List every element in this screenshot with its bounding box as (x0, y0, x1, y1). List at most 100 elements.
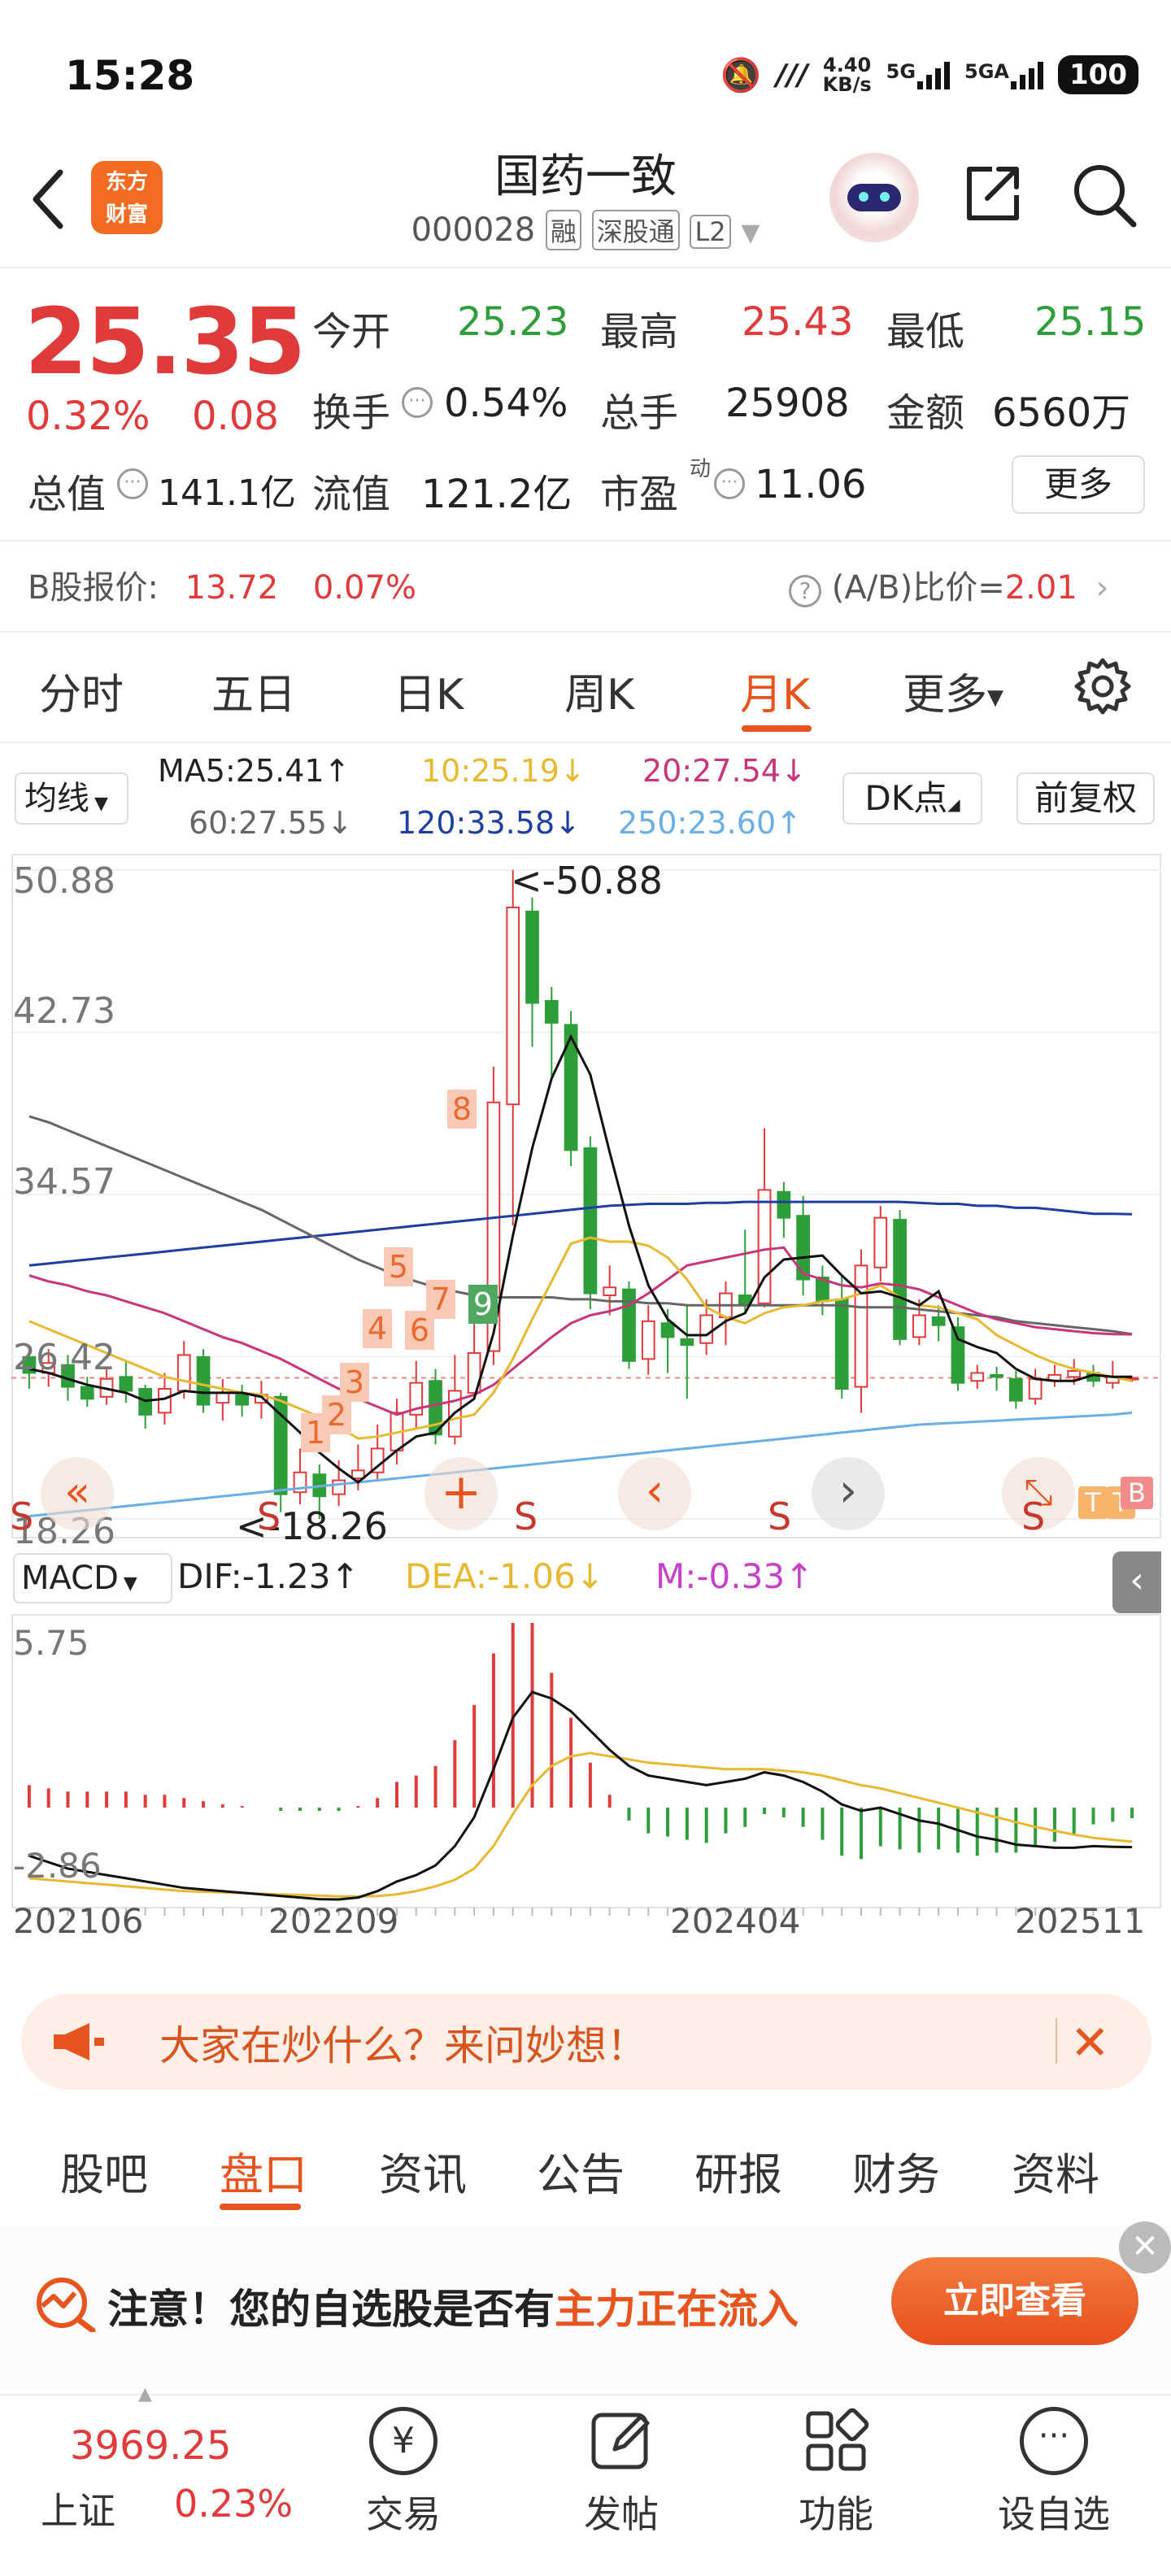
tab-forum[interactable]: 股吧 (60, 2139, 148, 2203)
tab-more[interactable]: 更多▼ (903, 660, 1003, 721)
crosshair-plus-icon[interactable]: + (424, 1457, 498, 1530)
chevron-right-icon: › (1095, 569, 1109, 607)
tab-news[interactable]: 资讯 (379, 2139, 467, 2203)
chevron-left-icon[interactable]: ‹ (618, 1457, 691, 1530)
info-icon[interactable]: ··· (402, 387, 433, 418)
y-tick: 42.73 (13, 990, 115, 1032)
tab-research[interactable]: 研报 (694, 2139, 782, 2203)
candle-body (893, 1219, 907, 1340)
tab-weekly[interactable]: 周K (564, 660, 634, 721)
index-value[interactable]: 3969.25 (70, 2423, 232, 2469)
candle-body (158, 1388, 172, 1414)
bshare-price: 13.72 (185, 569, 279, 607)
up-caret-icon: ▲ (138, 2384, 152, 2404)
sequence-marker: 7 (426, 1280, 455, 1319)
nav-label: 交易 (366, 2492, 441, 2536)
candle-body (660, 1322, 675, 1338)
fast-back-icon[interactable]: « (41, 1457, 114, 1530)
info-icon[interactable]: ··· (714, 468, 745, 499)
share-icon[interactable] (960, 161, 1025, 226)
candle-body (1008, 1377, 1023, 1402)
ask-text[interactable]: 大家在炒什么？来问妙想！ (159, 2013, 647, 2072)
edit-icon (587, 2407, 655, 2475)
settings-gear-icon[interactable] (1072, 655, 1134, 717)
index-name[interactable]: 上证 (41, 2482, 115, 2535)
candle-body (332, 1479, 346, 1495)
volume-value: 25908 (725, 381, 850, 426)
high-value: 25.43 (742, 299, 854, 345)
signal-5ga: 5GA (964, 60, 1044, 89)
assistant-robot-icon[interactable] (829, 153, 919, 242)
macd-select[interactable]: MACD ▼ (13, 1553, 172, 1603)
change-amount: 0.08 (192, 394, 279, 439)
index-pct[interactable]: 0.23% (174, 2482, 293, 2526)
low-value: 25.15 (1034, 299, 1147, 345)
max-label: <-50.88 (511, 859, 663, 903)
candle-body (1067, 1369, 1082, 1378)
sequence-marker: 3 (340, 1363, 369, 1402)
ma-select[interactable]: 均线 ▼ (15, 772, 128, 825)
tab-intraday[interactable]: 分时 (39, 660, 124, 721)
more-button[interactable]: 更多 (1012, 455, 1145, 514)
candle-body (544, 999, 559, 1024)
chevron-right-icon[interactable]: › (812, 1457, 885, 1530)
candle-body (235, 1394, 249, 1406)
dif-value: DIF:-1.23↑ (177, 1556, 359, 1596)
x-tick: 202511 (1015, 1901, 1146, 1941)
mcap-value: 141.1亿 (158, 472, 296, 514)
mute-icon: 🔕 (720, 56, 762, 94)
tab-market[interactable]: 盘口 (220, 2139, 307, 2203)
collapse-left-icon[interactable]: ‹ (1112, 1551, 1161, 1613)
view-now-button[interactable]: 立即查看 (891, 2257, 1138, 2345)
candle-body (854, 1264, 868, 1388)
tag-level2: L2 (690, 215, 731, 249)
y-tick: 34.57 (13, 1161, 115, 1203)
ma250-line (28, 1411, 1133, 1518)
nav-trade[interactable]: ¥ 交易 (330, 2407, 477, 2539)
sequence-marker: 4 (363, 1309, 392, 1348)
search-icon[interactable] (1070, 161, 1138, 229)
candle-body (80, 1386, 94, 1400)
b-marker: B (1121, 1477, 1153, 1509)
ab-ratio[interactable]: ? (A/B)比价=2.01 › (789, 561, 1109, 608)
tab-finance[interactable]: 财务 (852, 2139, 940, 2203)
candle-body (506, 906, 520, 1106)
tab-5day[interactable]: 五日 (211, 660, 296, 721)
tab-daily[interactable]: 日K (394, 660, 464, 721)
close-icon[interactable]: ✕ (1070, 2015, 1110, 2070)
nav-label: 功能 (799, 2492, 873, 2536)
m-value: M:-0.33↑ (655, 1556, 814, 1596)
sequence-marker: 5 (384, 1247, 413, 1286)
candle-body (699, 1314, 714, 1344)
candle-body (931, 1316, 946, 1326)
tab-profile[interactable]: 资料 (1012, 2139, 1099, 2203)
mcap-label: 总值 (28, 472, 107, 517)
amount-value: 6560万 (992, 390, 1131, 436)
turnover-value: 0.54% (444, 381, 568, 426)
nav-functions[interactable]: 功能 (763, 2407, 909, 2539)
candle-body (680, 1338, 694, 1347)
nav-post[interactable]: 发帖 (548, 2407, 694, 2539)
ma60-line (28, 1115, 1133, 1336)
tab-announce[interactable]: 公告 (537, 2139, 625, 2203)
tab-monthly[interactable]: 月K (740, 660, 810, 721)
y-tick: 50.88 (13, 860, 115, 902)
candle-body (119, 1376, 133, 1392)
close-icon[interactable]: ✕ (1119, 2221, 1171, 2274)
candle-body (951, 1326, 965, 1384)
sequence-marker: 8 (447, 1090, 477, 1129)
macd-tick: -2.86 (13, 1846, 102, 1886)
dea-value: DEA:-1.06↓ (405, 1556, 604, 1596)
kline-chart[interactable] (11, 854, 1161, 1968)
dk-point-button[interactable]: DK点◢ (842, 772, 982, 825)
candle-body (912, 1314, 926, 1338)
candle-body (641, 1320, 655, 1360)
dea-line (28, 1751, 1133, 1898)
adjust-button[interactable]: 前复权 (1016, 772, 1155, 825)
candle-body (970, 1372, 985, 1382)
ma20-line (28, 1246, 1133, 1416)
info-icon[interactable]: ··· (117, 468, 148, 499)
sell-marker: S (514, 1495, 538, 1538)
nav-watchlist[interactable]: ··· 设自选 (981, 2407, 1127, 2539)
nav-label: 设自选 (998, 2492, 1110, 2536)
